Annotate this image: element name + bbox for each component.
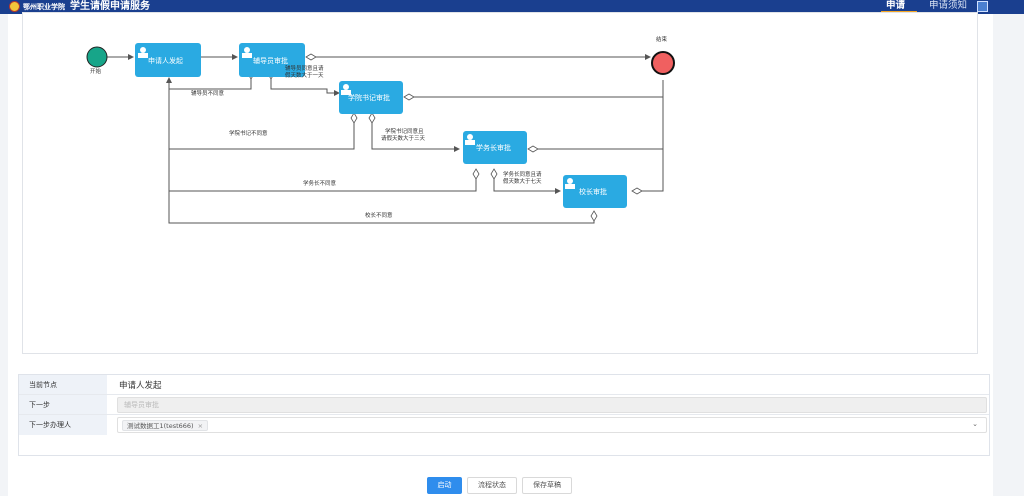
edge-label-secretary-approve-2: 请假天数大于三天 bbox=[381, 134, 426, 142]
current-node-label: 当前节点 bbox=[19, 375, 107, 394]
node-president-label: 校长审批 bbox=[579, 187, 607, 196]
flow-form: 当前节点 申请人发起 下一步 辅导员审批 下一步办理人 测试数据工1(test6… bbox=[18, 374, 990, 456]
edge-label-counselor-approve-1: 辅导员同意且请 bbox=[285, 64, 324, 72]
start-label: 开始 bbox=[90, 67, 102, 75]
node-president[interactable]: 校长审批 bbox=[563, 175, 627, 208]
edge-label-dean-approve-2: 假天数大于七天 bbox=[503, 177, 542, 185]
node-applicant-label: 申请人发起 bbox=[148, 56, 183, 65]
main-content: 开始 结束 申请人发起 辅导员审批 学院书记审批 学务长审批 校长审批 辅导员不… bbox=[8, 12, 993, 496]
save-draft-button[interactable]: 保存草稿 bbox=[522, 477, 572, 494]
user-avatar-icon[interactable] bbox=[977, 1, 988, 12]
current-node-row: 当前节点 申请人发起 bbox=[19, 375, 989, 395]
handler-tag-label: 测试数据工1(test666) bbox=[127, 422, 194, 430]
node-counselor-label: 辅导员审批 bbox=[253, 56, 288, 65]
end-event bbox=[651, 51, 675, 75]
school-seal-icon bbox=[9, 1, 20, 12]
flow-diagram: 开始 结束 申请人发起 辅导员审批 学院书记审批 学务长审批 校长审批 辅导员不… bbox=[86, 35, 675, 224]
edge-label-counselor-reject: 辅导员不同意 bbox=[191, 89, 225, 97]
next-handler-label: 下一步办理人 bbox=[19, 415, 107, 435]
chevron-down-icon[interactable]: ⌄ bbox=[972, 420, 978, 428]
tab-notice[interactable]: 申请须知 bbox=[929, 0, 967, 12]
next-step-row: 下一步 辅导员审批 bbox=[19, 395, 989, 415]
tag-remove-icon[interactable]: × bbox=[198, 422, 203, 430]
edge-label-dean-reject: 学务长不同意 bbox=[303, 179, 337, 187]
node-applicant[interactable]: 申请人发起 bbox=[135, 43, 201, 77]
action-bar: 启动 流程状态 保存草稿 bbox=[8, 477, 993, 495]
flow-status-button[interactable]: 流程状态 bbox=[467, 477, 517, 494]
edge-label-counselor-approve-2: 假天数大于一天 bbox=[285, 71, 324, 79]
next-step-field: 辅导员审批 bbox=[117, 397, 987, 413]
next-step-label: 下一步 bbox=[19, 395, 107, 414]
school-logo-text: 鄂州职业学院 bbox=[23, 2, 65, 11]
edge-label-dean-approve-1: 学务长同意且请 bbox=[503, 170, 542, 178]
next-handler-row: 下一步办理人 测试数据工1(test666) × ⌄ bbox=[19, 415, 989, 435]
node-dean-label: 学务长审批 bbox=[476, 143, 511, 152]
next-handler-select[interactable]: 测试数据工1(test666) × ⌄ bbox=[117, 417, 987, 433]
start-button[interactable]: 启动 bbox=[427, 477, 462, 494]
flow-diagram-panel: 开始 结束 申请人发起 辅导员审批 学院书记审批 学务长审批 校长审批 辅导员不… bbox=[22, 12, 978, 354]
edge-label-secretary-approve-1: 学院书记同意且 bbox=[385, 127, 424, 135]
edge-label-president-reject: 校长不同意 bbox=[365, 211, 393, 219]
node-secretary-label: 学院书记审批 bbox=[348, 93, 390, 102]
node-secretary[interactable]: 学院书记审批 bbox=[339, 81, 403, 114]
handler-tag: 测试数据工1(test666) × bbox=[122, 420, 209, 431]
end-label: 结束 bbox=[656, 35, 668, 43]
edge-label-secretary-reject: 学院书记不同意 bbox=[229, 129, 268, 137]
node-dean[interactable]: 学务长审批 bbox=[463, 131, 527, 164]
start-event bbox=[86, 46, 108, 68]
current-node-value: 申请人发起 bbox=[119, 381, 162, 391]
